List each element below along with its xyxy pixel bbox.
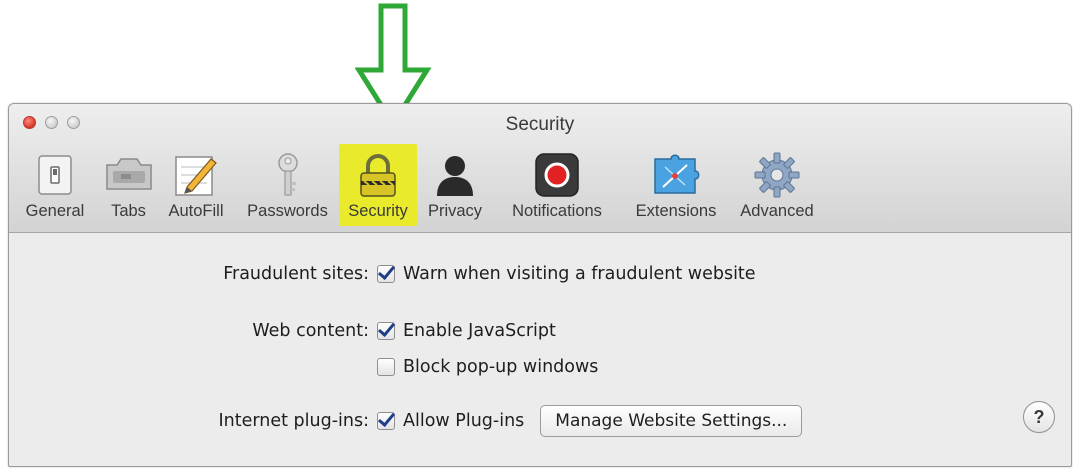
notification-record-icon bbox=[532, 152, 582, 198]
block-popups-row: Block pop-up windows bbox=[9, 354, 598, 380]
enable-javascript-option[interactable]: Enable JavaScript bbox=[403, 321, 556, 341]
person-silhouette-icon bbox=[430, 152, 480, 198]
tab-notifications[interactable]: Notifications bbox=[493, 144, 621, 226]
web-content-row: Web content: Enable JavaScript bbox=[9, 318, 556, 344]
preferences-window: Security General Tabs AutoFill Passwords… bbox=[8, 103, 1072, 467]
tab-autofill-label: AutoFill bbox=[168, 202, 224, 220]
warn-fraudulent-checkbox[interactable] bbox=[377, 265, 395, 283]
tab-advanced-label: Advanced bbox=[740, 202, 814, 220]
block-popups-checkbox[interactable] bbox=[377, 358, 395, 376]
padlock-icon bbox=[353, 152, 403, 198]
title-bar: Security General Tabs AutoFill Passwords… bbox=[9, 104, 1071, 233]
enable-javascript-checkbox[interactable] bbox=[377, 322, 395, 340]
tab-extensions[interactable]: Extensions bbox=[621, 144, 731, 226]
window-title: Security bbox=[505, 114, 575, 135]
web-content-label: Web content: bbox=[252, 321, 369, 341]
tab-general-label: General bbox=[25, 202, 85, 220]
tab-tabs[interactable]: Tabs bbox=[101, 144, 156, 226]
internet-plugins-label: Internet plug-ins: bbox=[218, 411, 369, 431]
tab-tabs-label: Tabs bbox=[111, 202, 146, 220]
help-button[interactable]: ? bbox=[1023, 401, 1055, 433]
preferences-toolbar: General Tabs AutoFill Passwords Security… bbox=[9, 144, 823, 228]
tab-passwords[interactable]: Passwords bbox=[236, 144, 339, 226]
warn-fraudulent-option[interactable]: Warn when visiting a fraudulent website bbox=[403, 264, 756, 284]
key-icon bbox=[263, 152, 313, 198]
fraudulent-sites-label: Fraudulent sites: bbox=[223, 264, 369, 284]
tab-general[interactable]: General bbox=[9, 144, 101, 226]
tab-security-label: Security bbox=[348, 202, 408, 220]
security-pane: Fraudulent sites: Warn when visiting a f… bbox=[9, 233, 1071, 466]
tabs-icon bbox=[104, 152, 154, 198]
tab-notifications-label: Notifications bbox=[512, 202, 602, 220]
tab-advanced[interactable]: Advanced bbox=[731, 144, 823, 226]
general-switch-icon bbox=[30, 152, 80, 198]
tab-extensions-label: Extensions bbox=[635, 202, 717, 220]
gear-icon bbox=[752, 152, 802, 198]
block-popups-option[interactable]: Block pop-up windows bbox=[403, 357, 598, 377]
tab-passwords-label: Passwords bbox=[247, 202, 328, 220]
tab-autofill[interactable]: AutoFill bbox=[156, 144, 236, 226]
tab-privacy[interactable]: Privacy bbox=[417, 144, 493, 226]
manage-website-settings-button[interactable]: Manage Website Settings... bbox=[540, 405, 803, 437]
internet-plugins-row: Internet plug-ins: Allow Plug-ins Manage… bbox=[9, 404, 803, 438]
tab-security[interactable]: Security bbox=[339, 144, 417, 226]
fraudulent-sites-row: Fraudulent sites: Warn when visiting a f… bbox=[9, 261, 756, 287]
allow-plugins-option[interactable]: Allow Plug-ins bbox=[403, 411, 524, 431]
autofill-pencil-icon bbox=[171, 152, 221, 198]
puzzle-compass-icon bbox=[651, 152, 701, 198]
allow-plugins-checkbox[interactable] bbox=[377, 412, 395, 430]
tab-privacy-label: Privacy bbox=[427, 202, 483, 220]
